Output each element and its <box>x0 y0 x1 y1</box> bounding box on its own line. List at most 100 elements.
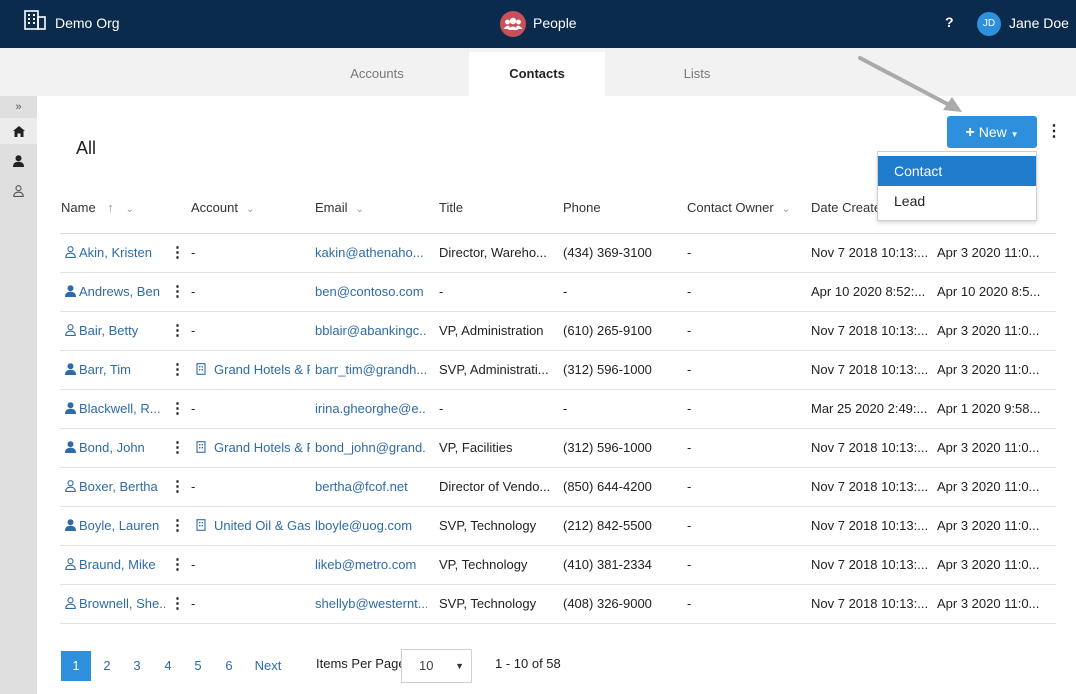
email-link[interactable]: barr_tim@grandh... <box>315 362 427 377</box>
row-actions-icon[interactable]: ⋮ <box>170 594 185 614</box>
table-row[interactable]: Bond, John ⋮ Grand Hotels & R bond_john@gra… <box>60 429 1056 468</box>
page-5-button[interactable]: 5 <box>183 651 213 681</box>
email-link[interactable]: bond_john@grand... <box>315 440 427 455</box>
caret-down-icon: ▼ <box>1010 130 1019 139</box>
person-outline-icon <box>65 246 77 260</box>
account-cell: - <box>191 245 196 260</box>
table-row[interactable]: Blackwell, R... ⋮ - irina.gheorghe@e... - - - M… <box>60 390 1056 429</box>
arrow-up-icon[interactable]: ↑ <box>107 200 114 215</box>
email-link[interactable]: kakin@athenaho... <box>315 245 427 260</box>
person-solid-icon[interactable] <box>0 148 37 174</box>
person-outline-icon[interactable] <box>0 178 37 204</box>
org-name[interactable]: Demo Org <box>55 15 120 31</box>
annotation-arrow-icon <box>858 56 962 112</box>
title-cell: VP, Technology <box>439 557 528 572</box>
email-link[interactable]: lboyle@uog.com <box>315 518 427 533</box>
contact-name-link[interactable]: Bair, Betty <box>79 323 165 338</box>
date-created-cell: Nov 7 2018 10:13:... <box>811 557 927 572</box>
contact-name-link[interactable]: Brownell, She... <box>79 596 165 611</box>
row-actions-icon[interactable]: ⋮ <box>170 360 185 380</box>
contact-owner-cell: - <box>687 245 692 260</box>
contact-name-link[interactable]: Blackwell, R... <box>79 401 165 416</box>
contact-owner-cell: - <box>687 479 692 494</box>
column-header-title[interactable]: Title <box>439 200 463 215</box>
row-actions-icon[interactable]: ⋮ <box>170 438 185 458</box>
page-6-button[interactable]: 6 <box>214 651 244 681</box>
email-link[interactable]: shellyb@westernt... <box>315 596 427 611</box>
items-per-page-value: 10 <box>419 658 434 673</box>
table-row[interactable]: Boxer, Bertha ⋮ - bertha@fcof.net Director o… <box>60 468 1056 507</box>
help-icon[interactable]: ? <box>945 14 954 30</box>
menu-item-lead[interactable]: Lead <box>878 186 1036 216</box>
table-row[interactable]: Braund, Mike ⋮ - likeb@metro.com VP, Technol… <box>60 546 1056 585</box>
email-link[interactable]: irina.gheorghe@e... <box>315 401 427 416</box>
account-link[interactable]: Grand Hotels & R <box>214 440 310 455</box>
row-actions-icon[interactable]: ⋮ <box>170 555 185 575</box>
table-row[interactable]: Akin, Kristen ⋮ - kakin@athenaho... Director… <box>60 234 1056 273</box>
chevron-down-icon[interactable]: ⌄ <box>782 204 790 215</box>
email-link[interactable]: likeb@metro.com <box>315 557 427 572</box>
title-cell: Director of Vendo... <box>439 479 551 494</box>
chevron-down-icon[interactable]: ⌄ <box>356 204 364 215</box>
person-solid-icon <box>65 519 77 533</box>
title-cell: - <box>439 284 444 299</box>
contact-name-link[interactable]: Boyle, Lauren <box>79 518 165 533</box>
row-actions-icon[interactable]: ⋮ <box>170 282 185 302</box>
email-link[interactable]: bblair@abankingc... <box>315 323 427 338</box>
contact-owner-cell: - <box>687 323 692 338</box>
column-header-contact-owner[interactable]: Contact Owner ⌄ <box>687 200 790 215</box>
date-modified-cell: Apr 3 2020 11:0... <box>937 557 1040 572</box>
column-header-phone[interactable]: Phone <box>563 200 601 215</box>
date-created-cell: Nov 7 2018 10:13:... <box>811 362 927 377</box>
page-2-button[interactable]: 2 <box>92 651 122 681</box>
column-header-date-created[interactable]: Date Create <box>811 200 881 215</box>
building-icon[interactable] <box>24 10 46 30</box>
tab-lists[interactable]: Lists <box>629 52 765 96</box>
table-row[interactable]: Boyle, Lauren ⋮ United Oil & Gas lboyle@uog… <box>60 507 1056 546</box>
row-actions-icon[interactable]: ⋮ <box>170 516 185 536</box>
chevron-down-icon[interactable]: ⌄ <box>246 204 254 215</box>
table-row[interactable]: Brownell, She... ⋮ - shellyb@westernt... SVP… <box>60 585 1056 624</box>
avatar[interactable]: JD <box>977 12 1001 36</box>
account-cell: - <box>191 557 196 572</box>
chevron-down-icon[interactable]: ⌄ <box>125 204 133 215</box>
date-modified-cell: Apr 3 2020 11:0... <box>937 245 1040 260</box>
page-4-button[interactable]: 4 <box>153 651 183 681</box>
new-button[interactable]: + New ▼ <box>947 116 1037 148</box>
date-created-cell: Nov 7 2018 10:13:... <box>811 245 927 260</box>
row-actions-icon[interactable]: ⋮ <box>170 243 185 263</box>
next-page-button[interactable]: Next <box>248 651 288 681</box>
page-1-button[interactable]: 1 <box>61 651 91 681</box>
contact-name-link[interactable]: Bond, John <box>79 440 165 455</box>
email-link[interactable]: ben@contoso.com <box>315 284 427 299</box>
home-icon[interactable] <box>0 118 37 144</box>
date-modified-cell: Apr 1 2020 9:58... <box>937 401 1041 416</box>
menu-item-contact[interactable]: Contact <box>878 156 1036 186</box>
contact-name-link[interactable]: Braund, Mike <box>79 557 165 572</box>
page-3-button[interactable]: 3 <box>122 651 152 681</box>
column-header-email[interactable]: Email ⌄ <box>315 200 364 215</box>
contact-name-link[interactable]: Akin, Kristen <box>79 245 165 260</box>
items-per-page-select[interactable]: 10 ▼ <box>401 649 472 683</box>
user-name[interactable]: Jane Doe <box>1009 15 1069 31</box>
table-row[interactable]: Andrews, Ben ⋮ - ben@contoso.com - - - Apr 10 2… <box>60 273 1056 312</box>
account-link[interactable]: Grand Hotels & R <box>214 362 310 377</box>
tab-accounts[interactable]: Accounts <box>309 52 445 96</box>
table-row[interactable]: Bair, Betty ⋮ - bblair@abankingc... VP, Admi… <box>60 312 1056 351</box>
more-vertical-icon[interactable]: ⋮ <box>1046 120 1062 144</box>
column-header-name[interactable]: Name ↑ ⌄ <box>61 200 134 215</box>
account-link[interactable]: United Oil & Gas <box>214 518 310 533</box>
expand-rail-icon[interactable]: » <box>0 98 37 116</box>
tab-contacts[interactable]: Contacts <box>469 52 605 96</box>
row-actions-icon[interactable]: ⋮ <box>170 399 185 419</box>
contact-name-link[interactable]: Andrews, Ben <box>79 284 165 299</box>
building-small-icon <box>196 441 206 453</box>
column-header-account[interactable]: Account ⌄ <box>191 200 254 215</box>
list-view-title[interactable]: All <box>76 138 96 159</box>
contact-name-link[interactable]: Boxer, Bertha <box>79 479 165 494</box>
table-row[interactable]: Barr, Tim ⋮ Grand Hotels & R barr_tim@grand… <box>60 351 1056 390</box>
email-link[interactable]: bertha@fcof.net <box>315 479 427 494</box>
row-actions-icon[interactable]: ⋮ <box>170 321 185 341</box>
contact-name-link[interactable]: Barr, Tim <box>79 362 165 377</box>
row-actions-icon[interactable]: ⋮ <box>170 477 185 497</box>
